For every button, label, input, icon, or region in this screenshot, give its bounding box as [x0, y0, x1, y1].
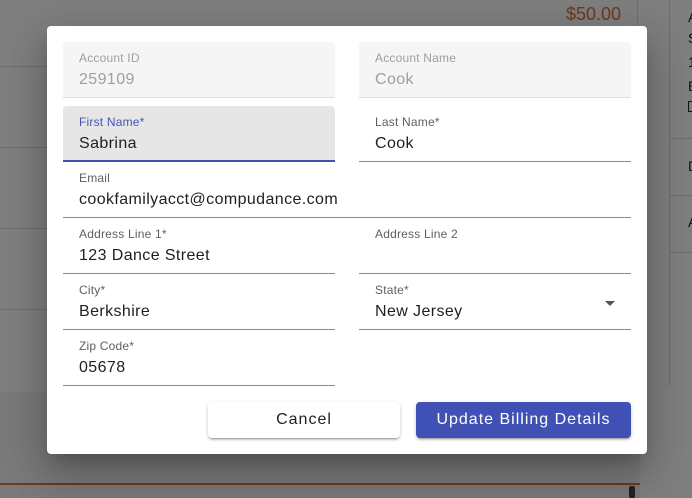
address-line-2-field[interactable]: Address Line 2	[359, 218, 631, 274]
field-value: 259109	[79, 71, 135, 88]
field-label: Zip Code*	[79, 339, 135, 353]
field-value[interactable]: Sabrina	[79, 135, 137, 153]
field-value[interactable]: Berkshire	[79, 303, 150, 321]
field-value[interactable]: New Jersey	[375, 303, 463, 321]
cancel-button[interactable]: Cancel	[208, 402, 400, 438]
field-label: Last Name*	[375, 115, 440, 129]
field-label: Account ID	[79, 51, 140, 65]
field-value: Cook	[375, 71, 414, 88]
field-underline	[63, 385, 335, 386]
field-value[interactable]: 123 Dance Street	[79, 247, 210, 265]
field-value[interactable]: cookfamilyacct@compudance.com	[79, 191, 338, 209]
state-select[interactable]: State* New Jersey	[359, 274, 631, 330]
field-underline	[359, 329, 631, 330]
field-label: Address Line 2	[375, 227, 458, 241]
account-name-field: Account Name Cook	[359, 42, 631, 98]
field-label: First Name*	[79, 115, 145, 129]
field-underline	[63, 97, 335, 98]
field-value[interactable]: 05678	[79, 359, 126, 377]
field-underline	[359, 97, 631, 98]
field-label: Account Name	[375, 51, 457, 65]
field-label: Address Line 1*	[79, 227, 167, 241]
account-id-field: Account ID 259109	[63, 42, 335, 98]
address-line-1-field[interactable]: Address Line 1* 123 Dance Street	[63, 218, 335, 274]
zip-code-field[interactable]: Zip Code* 05678	[63, 330, 335, 386]
field-label: Email	[79, 171, 111, 185]
city-field[interactable]: City* Berkshire	[63, 274, 335, 330]
last-name-field[interactable]: Last Name* Cook	[359, 106, 631, 162]
field-value[interactable]: Cook	[375, 135, 414, 153]
first-name-field[interactable]: First Name* Sabrina	[63, 106, 335, 162]
update-billing-details-button[interactable]: Update Billing Details	[416, 402, 631, 438]
billing-details-dialog: Account ID 259109 Account Name Cook Firs…	[47, 26, 647, 454]
field-label: City*	[79, 283, 106, 297]
field-label: State*	[375, 283, 409, 297]
caret-down-icon[interactable]	[605, 301, 615, 306]
email-field[interactable]: Email cookfamilyacct@compudance.com	[63, 162, 631, 218]
